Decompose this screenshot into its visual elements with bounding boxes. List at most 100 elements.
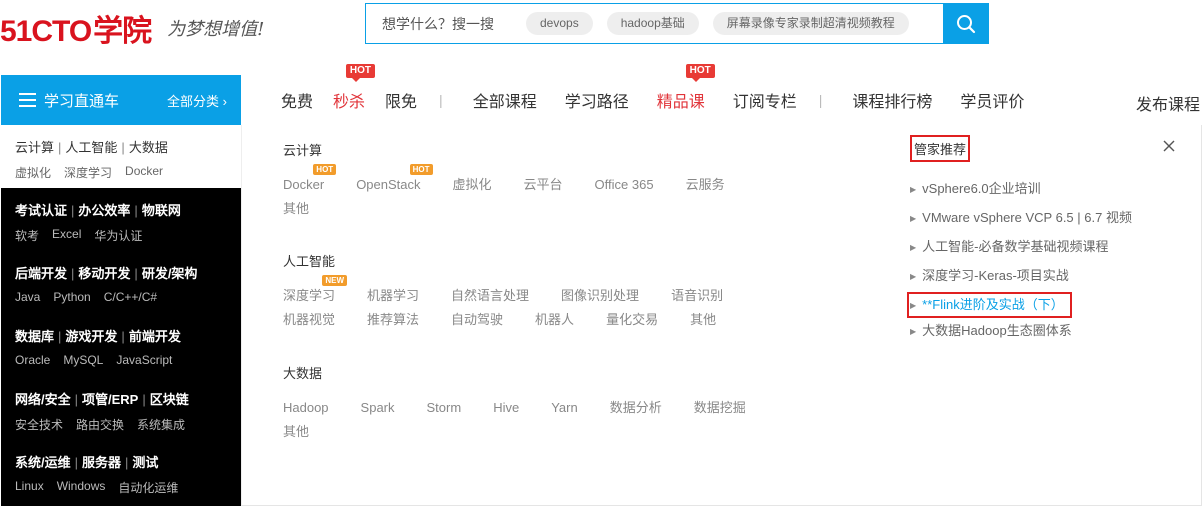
nav-free[interactable]: 免费 bbox=[281, 88, 313, 112]
category-sub[interactable]: 路由交换 bbox=[76, 416, 124, 433]
subcategory-link[interactable]: 云服务 bbox=[686, 173, 725, 197]
category-sub[interactable]: JavaScript bbox=[116, 353, 172, 367]
subcategory-link[interactable]: Storm bbox=[427, 396, 462, 420]
category-exam-office-iot[interactable]: 考试认证 | 办公效率 | 物联网 软考 Excel 华为认证 bbox=[1, 188, 241, 251]
recommend-item[interactable]: ▶ VMware vSphere VCP 6.5 | 6.7 视频 bbox=[910, 205, 1190, 234]
nav-premium-courses[interactable]: 精品课 HOT bbox=[657, 64, 715, 112]
search-tag[interactable]: devops bbox=[526, 12, 593, 35]
category-head[interactable]: 项管/ERP bbox=[82, 392, 138, 407]
subcategory-link[interactable]: 数据挖掘 bbox=[694, 396, 746, 420]
subcategory-link[interactable]: Hive bbox=[493, 396, 519, 420]
category-head[interactable]: 区块链 bbox=[150, 392, 189, 407]
subcategory-link[interactable]: 机器视觉 bbox=[283, 308, 335, 332]
search-input[interactable] bbox=[366, 4, 516, 43]
category-head[interactable]: 云计算 bbox=[15, 140, 54, 155]
category-sub[interactable]: Windows bbox=[57, 479, 106, 496]
subcategory-link[interactable]: Spark bbox=[361, 396, 395, 420]
hot-badge: HOT bbox=[685, 64, 715, 82]
category-sub[interactable]: 安全技术 bbox=[15, 416, 63, 433]
recommend-item[interactable]: ▶ 大数据Hadoop生态圈体系 bbox=[910, 318, 1190, 347]
recommend-item[interactable]: ▶ vSphere6.0企业培训 bbox=[910, 176, 1190, 205]
triangle-right-icon: ▶ bbox=[910, 271, 917, 281]
category-head[interactable]: 测试 bbox=[132, 455, 158, 470]
nav-reviews[interactable]: 学员评价 bbox=[960, 88, 1024, 112]
triangle-right-icon: ▶ bbox=[910, 326, 917, 336]
category-head[interactable]: 游戏开发 bbox=[65, 329, 117, 344]
category-head[interactable]: 办公效率 bbox=[78, 203, 130, 218]
site-logo[interactable]: 51CTO学院 为梦想增值! bbox=[0, 8, 264, 48]
category-network-pm-blockchain[interactable]: 网络/安全 | 项管/ERP | 区块链 安全技术 路由交换 系统集成 bbox=[1, 377, 241, 440]
logo-text: 51CTO学院 bbox=[0, 15, 152, 48]
category-sub[interactable]: Java bbox=[15, 290, 40, 304]
category-sub[interactable]: 华为认证 bbox=[94, 227, 142, 244]
category-head[interactable]: 后端开发 bbox=[15, 266, 67, 281]
nav-all-courses[interactable]: 全部课程 bbox=[473, 88, 537, 112]
category-head[interactable]: 物联网 bbox=[142, 203, 181, 218]
category-sub[interactable]: C/C++/C# bbox=[104, 290, 157, 304]
subcategory-link[interactable]: OpenStack HOT bbox=[356, 164, 433, 197]
category-head[interactable]: 数据库 bbox=[15, 329, 54, 344]
category-sub[interactable]: 虚拟化 bbox=[15, 164, 51, 181]
subcategory-link[interactable]: 量化交易 bbox=[606, 308, 658, 332]
recommend-item-highlighted[interactable]: ▶ **Flink进阶及实战（下） bbox=[907, 292, 1072, 318]
subcategory-link[interactable]: 自然语言处理 bbox=[451, 284, 529, 308]
category-sub[interactable]: Excel bbox=[52, 227, 81, 244]
search-button[interactable] bbox=[943, 3, 989, 44]
category-head[interactable]: 大数据 bbox=[129, 140, 168, 155]
nav-rankings[interactable]: 课程排行榜 bbox=[852, 88, 932, 112]
category-sub[interactable]: Python bbox=[53, 290, 90, 304]
subcategory-link[interactable]: 云平台 bbox=[524, 173, 563, 197]
subcategory-link[interactable]: Office 365 bbox=[595, 173, 654, 197]
subcategory-link[interactable]: 其他 bbox=[283, 197, 309, 221]
subcategory-link[interactable]: 自动驾驶 bbox=[451, 308, 503, 332]
nav-flash-sale[interactable]: 秒杀 HOT bbox=[333, 64, 376, 112]
nav-publish-course[interactable]: 发布课程 bbox=[1136, 91, 1200, 115]
category-db-game-frontend[interactable]: 数据库 | 游戏开发 | 前端开发 Oracle MySQL JavaScript bbox=[1, 314, 241, 377]
hot-badge: HOT bbox=[345, 64, 376, 82]
subcategory-link[interactable]: 其他 bbox=[690, 308, 716, 332]
nav-limited-free[interactable]: 限免 bbox=[385, 88, 417, 112]
category-sub[interactable]: 自动化运维 bbox=[118, 479, 178, 496]
category-head[interactable]: 前端开发 bbox=[129, 329, 181, 344]
subcategory-link[interactable]: Docker HOT bbox=[283, 164, 337, 197]
category-sub[interactable]: MySQL bbox=[63, 353, 103, 367]
subcategory-link[interactable]: 机器学习 bbox=[367, 284, 419, 308]
category-ops-server-test[interactable]: 系统/运维 | 服务器 | 测试 Linux Windows 自动化运维 bbox=[1, 440, 241, 503]
subcategory-link[interactable]: 推荐算法 bbox=[367, 308, 419, 332]
search-tag[interactable]: 屏幕录像专家录制超清视频教程 bbox=[712, 12, 909, 35]
hot-badge: HOT bbox=[313, 164, 337, 175]
search-tag[interactable]: hadoop基础 bbox=[606, 12, 699, 35]
nav-learning-path[interactable]: 学习路径 bbox=[565, 88, 629, 112]
category-sub[interactable]: Oracle bbox=[15, 353, 50, 367]
subcategory-link[interactable]: 语音识别 bbox=[671, 284, 723, 308]
subcategory-link[interactable]: 数据分析 bbox=[610, 396, 662, 420]
category-backend-mobile-arch[interactable]: 后端开发 | 移动开发 | 研发/架构 Java Python C/C++/C# bbox=[1, 251, 241, 314]
category-head[interactable]: 系统/运维 bbox=[15, 455, 71, 470]
nav-subscriptions[interactable]: 订阅专栏 bbox=[733, 88, 797, 112]
subcategory-link[interactable]: Hadoop bbox=[283, 396, 329, 420]
subcategory-link[interactable]: 深度学习 NEW bbox=[283, 275, 348, 308]
learning-express-menu[interactable]: 学习直通车 全部分类 › bbox=[1, 75, 241, 125]
subcategory-link[interactable]: 图像识别处理 bbox=[561, 284, 639, 308]
category-sub[interactable]: 系统集成 bbox=[137, 416, 185, 433]
all-categories-link[interactable]: 全部分类 › bbox=[167, 91, 227, 110]
recommend-item[interactable]: ▶ 人工智能-必备数学基础视频课程 bbox=[910, 234, 1190, 263]
subcategory-link[interactable]: 机器人 bbox=[535, 308, 574, 332]
category-sub[interactable]: 软考 bbox=[15, 227, 39, 244]
category-head[interactable]: 服务器 bbox=[82, 455, 121, 470]
subcategory-link[interactable]: Yarn bbox=[551, 396, 578, 420]
category-sub[interactable]: Docker bbox=[125, 164, 163, 181]
category-head[interactable]: 考试认证 bbox=[15, 203, 67, 218]
close-panel-button[interactable] bbox=[1162, 139, 1176, 153]
category-head[interactable]: 研发/架构 bbox=[142, 266, 198, 281]
category-head[interactable]: 移动开发 bbox=[78, 266, 130, 281]
category-head[interactable]: 网络/安全 bbox=[15, 392, 71, 407]
nav-divider: | bbox=[439, 92, 443, 108]
subcategory-link[interactable]: 其他 bbox=[283, 420, 309, 444]
category-cloud-ai-bigdata[interactable]: 云计算 | 人工智能 | 大数据 虚拟化 深度学习 Docker bbox=[1, 125, 241, 188]
category-head[interactable]: 人工智能 bbox=[65, 140, 117, 155]
recommend-item[interactable]: ▶ 深度学习-Keras-项目实战 bbox=[910, 263, 1190, 292]
subcategory-link[interactable]: 虚拟化 bbox=[453, 173, 492, 197]
category-sub[interactable]: 深度学习 bbox=[64, 164, 112, 181]
category-sub[interactable]: Linux bbox=[15, 479, 44, 496]
